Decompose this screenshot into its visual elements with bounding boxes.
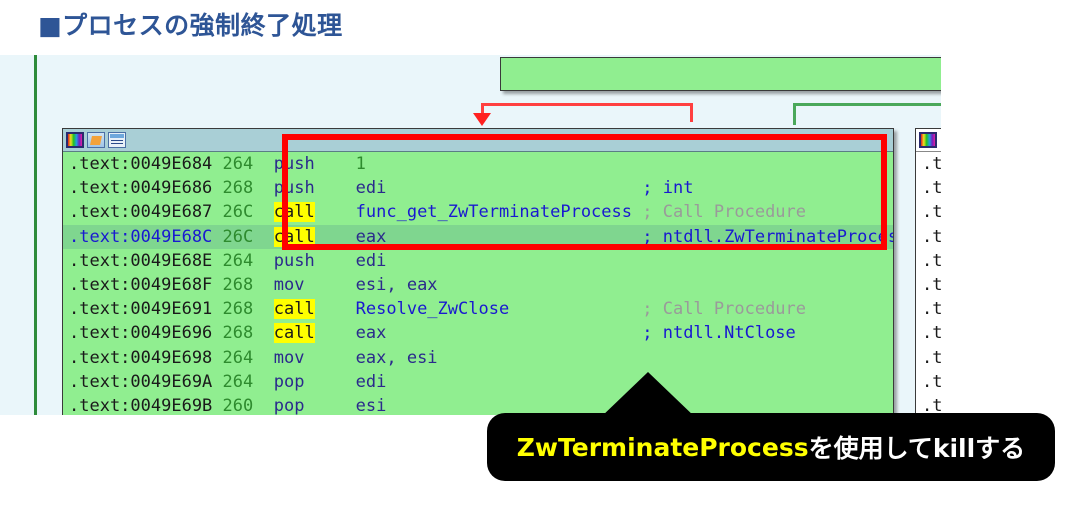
disasm-address: .text:0049E684 <box>69 154 213 174</box>
disasm-line[interactable]: .t <box>916 346 941 370</box>
callout-pointer <box>600 372 696 418</box>
disasm-mnemonic: call <box>273 299 315 320</box>
pencil-edit-icon[interactable] <box>87 132 105 148</box>
ida-node-top-body: .text:0049E67E 264 jz loc_49E719 <box>501 58 941 82</box>
disasm-address: .t <box>922 154 941 174</box>
color-palette-icon[interactable] <box>919 132 937 148</box>
ida-node-right[interactable]: .t .t .t .t .t .t .t .t .t .t .t <box>915 128 941 415</box>
ida-graph-screenshot: .text:0049E67E 264 jz loc_49E719 .text:0… <box>0 55 941 415</box>
disasm-line[interactable]: .t <box>916 249 941 273</box>
disasm-stack-pointer: 264 <box>222 371 254 392</box>
disasm-mnemonic: pop <box>273 371 305 392</box>
disasm-operand[interactable]: esi <box>356 396 387 415</box>
graph-edge-green-left <box>34 55 37 415</box>
callout-rest-text: を使用してkillする <box>808 434 1026 463</box>
disasm-line[interactable]: .text:0049E68F 268 mov esi, eax <box>63 273 893 297</box>
disasm-line[interactable]: .text:0049E68E 264 push edi <box>63 249 893 273</box>
disasm-mnemonic: mov <box>273 347 305 368</box>
graph-edge-red-horizontal <box>481 103 693 106</box>
disasm-line[interactable]: .t <box>916 176 941 200</box>
disasm-address: .text:0049E691 <box>69 299 213 320</box>
disasm-line[interactable]: .t <box>916 225 941 249</box>
disasm-line[interactable]: .t <box>916 394 941 415</box>
disasm-address: .text:0049E68C <box>69 226 213 247</box>
disasm-address: .text:0049E687 <box>69 202 213 223</box>
callout-box: ZwTerminateProcess を使用してkillする <box>487 413 1055 481</box>
window-icon[interactable] <box>108 132 126 148</box>
disasm-address: .t <box>922 202 941 223</box>
disasm-stack-pointer: 264 <box>222 154 254 174</box>
disasm-mnemonic: call <box>273 323 315 344</box>
disasm-operand[interactable]: edi <box>356 251 387 271</box>
disasm-mnemonic: pop <box>273 395 305 415</box>
disasm-line[interactable]: .t <box>916 200 941 224</box>
disasm-address: .t <box>922 323 941 344</box>
disasm-address: .text:0049E696 <box>69 323 213 344</box>
disasm-stack-pointer: 26C <box>222 226 254 247</box>
disasm-line[interactable]: .t <box>916 321 941 345</box>
disasm-stack-pointer: 268 <box>222 274 254 295</box>
disasm-line[interactable]: .text:0049E69B 260 pop esi <box>63 394 893 415</box>
disasm-line[interactable]: .t <box>916 297 941 321</box>
disasm-line[interactable]: .t <box>916 273 941 297</box>
disasm-line[interactable]: .t <box>916 152 941 176</box>
color-palette-icon[interactable] <box>66 132 84 148</box>
disasm-address: .t <box>922 274 941 295</box>
disasm-address: .text:0049E68F <box>69 274 213 295</box>
disasm-address: .t <box>922 371 941 392</box>
graph-edge-green-right-horizontal <box>793 103 941 106</box>
disasm-operand[interactable]: esi, eax <box>356 275 438 295</box>
disasm-operand[interactable]: eax <box>356 323 387 343</box>
disasm-stack-pointer: 264 <box>222 347 254 368</box>
disasm-operand[interactable]: eax, esi <box>356 348 438 368</box>
ida-node-right-titlebar[interactable] <box>916 129 941 152</box>
disasm-stack-pointer: 26C <box>222 202 254 223</box>
disasm-stack-pointer: 268 <box>222 323 254 344</box>
disasm-address: .text:0049E698 <box>69 347 213 368</box>
disasm-address: .t <box>922 347 941 368</box>
callout-highlight-text: ZwTerminateProcess <box>516 432 809 462</box>
disasm-line[interactable]: .text:0049E691 268 call Resolve_ZwClose … <box>63 297 893 321</box>
disasm-line[interactable]: .text:0049E696 268 call eax ; ntdll.NtCl… <box>63 321 893 345</box>
disasm-line[interactable]: .text:0049E698 264 mov eax, esi <box>63 346 893 370</box>
graph-edge-green-right-vertical <box>793 103 796 125</box>
disasm-stack-pointer: 268 <box>222 299 254 320</box>
page-title: ■プロセスの強制終了処理 <box>38 11 343 40</box>
disasm-stack-pointer: 260 <box>222 395 254 415</box>
disasm-address: .t <box>922 178 941 199</box>
disasm-operand[interactable]: edi <box>356 372 387 392</box>
disasm-address: .text:0049E686 <box>69 178 213 199</box>
disasm-line[interactable]: .text:0049E69A 264 pop edi <box>63 370 893 394</box>
red-highlight-box <box>282 134 887 250</box>
disasm-operand[interactable]: Resolve_ZwClose <box>356 299 510 319</box>
ida-node-top[interactable]: .text:0049E67E 264 jz loc_49E719 <box>500 57 941 91</box>
disasm-mnemonic: mov <box>273 274 305 295</box>
disasm-address: .text:0049E69B <box>69 395 213 415</box>
disasm-address: .text:0049E69A <box>69 371 213 392</box>
disasm-mnemonic: push <box>273 250 315 271</box>
disasm-address: .t <box>922 299 941 320</box>
disasm-comment: ; ntdll.NtClose <box>642 323 796 344</box>
disasm-stack-pointer: 264 <box>222 250 254 271</box>
disasm-address: .t <box>922 250 941 271</box>
disasm-comment: ; Call Procedure <box>642 299 807 320</box>
graph-edge-red-arrowhead <box>473 113 491 126</box>
disasm-stack-pointer: 268 <box>222 178 254 199</box>
disasm-address: .t <box>922 226 941 247</box>
disasm-line[interactable]: .text:0049E67E 264 jz loc_49E719 <box>501 58 941 82</box>
disasm-address: .text:0049E68E <box>69 250 213 271</box>
disasm-line[interactable]: .t <box>916 370 941 394</box>
ida-node-right-body: .t .t .t .t .t .t .t .t .t .t .t <box>916 152 941 415</box>
